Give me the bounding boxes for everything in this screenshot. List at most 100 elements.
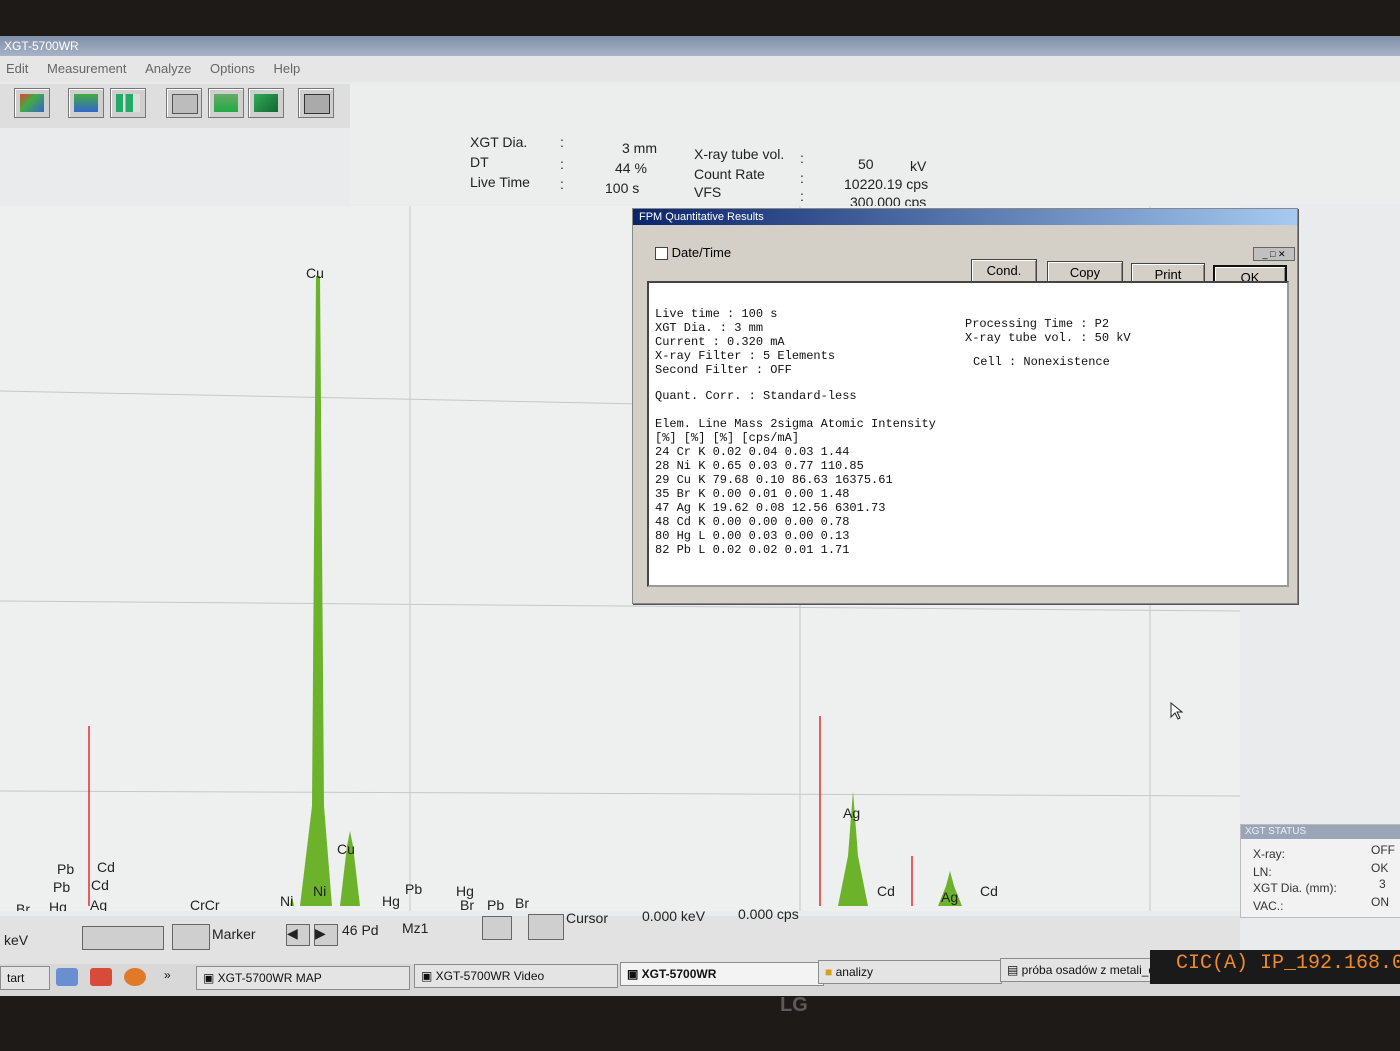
menu-analyze[interactable]: Analyze: [145, 61, 191, 76]
report-row: 28 Ni K 0.65 0.03 0.77 110.85: [655, 459, 864, 473]
cursor-label: Cursor: [566, 910, 609, 926]
quant-button[interactable]: [208, 88, 244, 118]
marker-prev-button[interactable]: ◀: [286, 924, 310, 946]
marker-next-button[interactable]: ▶: [314, 924, 338, 946]
peak-label: Cd: [91, 877, 109, 893]
menu-edit[interactable]: Edit: [6, 61, 28, 76]
marker-toggle[interactable]: [172, 924, 210, 950]
cursor-cps: 0.000 cps: [738, 906, 799, 922]
more-icon[interactable]: »: [164, 968, 171, 982]
report-units: [%] [%] [%] [cps/mA]: [655, 431, 800, 445]
peak-label: Ag: [941, 889, 958, 905]
live-time-value: 100 s: [605, 180, 640, 196]
window-controls[interactable]: _ □ ✕: [1253, 247, 1295, 261]
dt-value: 44 %: [615, 160, 647, 176]
settings-button[interactable]: [166, 88, 202, 118]
peak-label: Pb: [405, 881, 422, 897]
folder-icon: ■: [825, 965, 836, 979]
taskbar-item[interactable]: ■ analizy: [818, 960, 1002, 984]
lg-logo: LG: [780, 994, 808, 1016]
peak-label: CrCr: [190, 897, 220, 911]
firefox-icon[interactable]: [124, 968, 146, 986]
taskbar-label: XGT-5700WR MAP: [217, 971, 322, 985]
start-button[interactable]: tart: [0, 966, 50, 990]
peak-label: Cd: [97, 859, 115, 875]
taskbar-label: analizy: [835, 965, 873, 979]
taskbar-item[interactable]: ▣ XGT-5700WR MAP: [196, 966, 410, 990]
spectrum-overlay-button[interactable]: [68, 88, 104, 118]
menu-help[interactable]: Help: [273, 61, 300, 76]
spectrum-icon: [20, 94, 44, 112]
checkbox-icon: [655, 247, 668, 261]
xgt-dia-label: XGT Dia.: [470, 134, 528, 150]
peak-label: Pb: [57, 861, 74, 877]
calibration-icon: [254, 94, 278, 112]
peak-label: Ag: [90, 897, 107, 911]
ie-icon[interactable]: [56, 968, 78, 986]
marker-lines: [88, 716, 913, 906]
report-row: 35 Br K 0.00 0.01 0.00 1.48: [655, 487, 850, 501]
print-icon: [304, 94, 330, 114]
peak-label: Ni: [280, 893, 293, 909]
status-dia-label: XGT Dia. (mm):: [1253, 881, 1337, 895]
xray-vol-value: 50: [858, 156, 874, 172]
xgt-dia-sep: :: [560, 134, 564, 150]
xgt-status-panel: XGT STATUS X-ray: OFF LN: OK XGT Dia. (m…: [1240, 824, 1400, 918]
calibration-button[interactable]: [248, 88, 284, 118]
peak-label: Cu: [306, 265, 324, 281]
app-quicklaunch-icon[interactable]: [90, 968, 112, 986]
count-rate-value: 10220.19 cps: [844, 176, 929, 192]
report-cell: Cell : Nonexistence: [973, 355, 1110, 369]
dt-sep: :: [560, 156, 564, 172]
peak-label: Hg: [49, 899, 67, 911]
toolbar: [0, 84, 350, 128]
peak-label: Ag: [843, 805, 860, 821]
report-xgt-dia: XGT Dia. : 3 mm: [655, 321, 764, 335]
menu-options[interactable]: Options: [210, 61, 255, 76]
settings-icon: [172, 94, 198, 114]
spectrum-button[interactable]: [14, 88, 50, 118]
report-xray-filter: X-ray Filter : 5 Elements: [655, 349, 836, 363]
status-title: XGT STATUS: [1241, 825, 1400, 839]
peak-label: Br: [460, 897, 474, 911]
taskbar-item[interactable]: ▣ XGT-5700WR Video: [414, 964, 618, 988]
status-ln-label: LN:: [1253, 865, 1272, 879]
quant-icon: [214, 94, 238, 112]
print-button[interactable]: [298, 88, 334, 118]
peak-label: Pb: [53, 879, 70, 895]
peak-label: Br: [515, 895, 529, 911]
measurement-info: XGT Dia. : 3 mm DT : 44 % Live Time : 10…: [350, 84, 1400, 210]
peak-label: Cu: [337, 841, 355, 857]
dt-label: DT: [470, 154, 489, 170]
xray-vol-sep: :: [800, 150, 804, 166]
live-time-label: Live Time: [470, 174, 530, 190]
cursor-toggle[interactable]: [528, 914, 564, 940]
taskbar-item-active[interactable]: ▣ XGT-5700WR: [620, 962, 824, 986]
datetime-checkbox[interactable]: Date/Time: [655, 245, 732, 261]
peak-label: Hg: [382, 893, 400, 909]
dialog-title: FPM Quantitative Results: [633, 209, 1297, 225]
datetime-label: Date/Time: [671, 245, 732, 260]
live-time-sep: :: [560, 176, 564, 192]
report-xray-tube: X-ray tube vol. : 50 kV: [965, 331, 1131, 345]
taskbar-label: próba osadów z metali_d...: [1021, 963, 1166, 977]
ip-sticker: CIC(A) IP_192.168.00: [1176, 952, 1400, 975]
spectrum-overlay-icon: [74, 94, 98, 112]
taskbar-label: XGT-5700WR Video: [435, 969, 545, 983]
marker-element: 46 Pd: [342, 922, 379, 938]
marker-label: Marker: [212, 926, 256, 942]
bar-chart-button[interactable]: [110, 88, 146, 118]
status-vac-label: VAC.:: [1253, 899, 1284, 913]
peak-label: Pb: [487, 897, 504, 911]
taskbar-item[interactable]: ▤ próba osadów z metali_d...: [1000, 958, 1174, 982]
menu-measurement[interactable]: Measurement: [47, 61, 126, 76]
monitor-bezel: XGT-5700WR Edit Measurement Analyze Opti…: [0, 0, 1400, 1051]
peak-search-button[interactable]: [482, 916, 512, 940]
energy-unit: keV: [4, 932, 29, 948]
scroll-buttons[interactable]: [82, 926, 164, 950]
status-xray-value: OFF: [1371, 843, 1395, 857]
cond-button[interactable]: Cond.: [971, 259, 1037, 283]
report-second-filter: Second Filter : OFF: [655, 363, 792, 377]
vfs-sep: :: [800, 188, 804, 204]
cu-ka-peak: [300, 276, 332, 906]
